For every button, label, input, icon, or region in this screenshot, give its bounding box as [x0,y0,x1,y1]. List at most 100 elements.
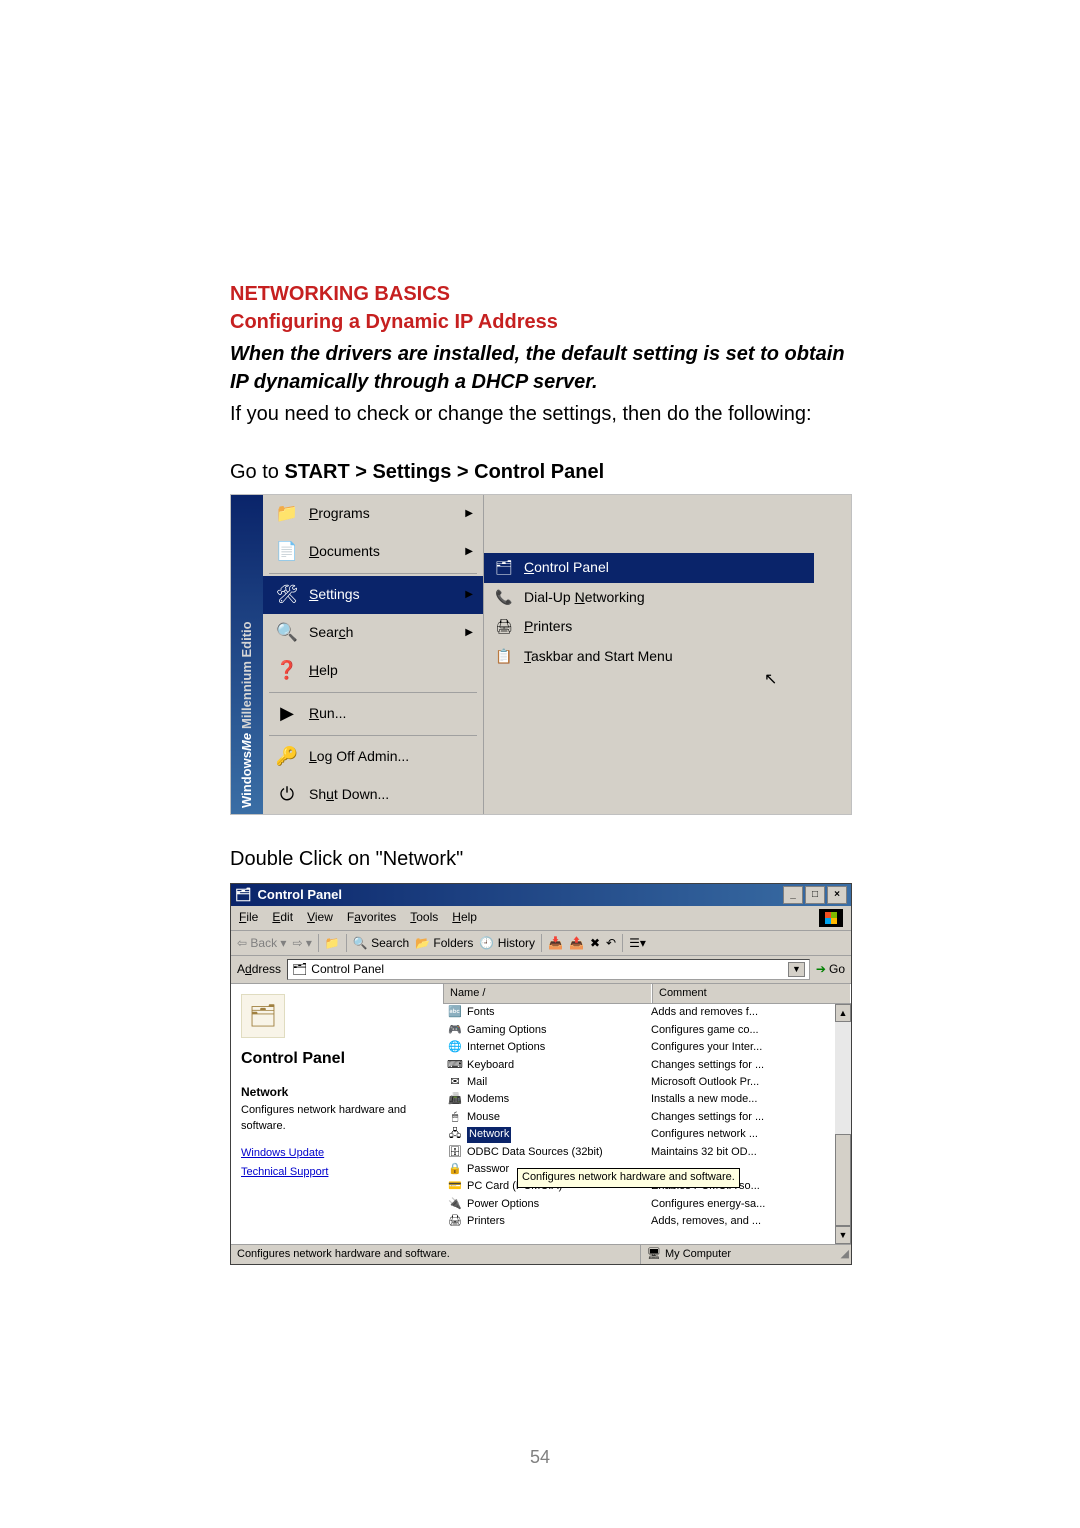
list-item[interactable]: 🖱MouseChanges settings for ... [443,1109,835,1126]
separator [269,735,477,736]
item-name: Printers [467,1214,505,1229]
item-icon: 🌐 [447,1040,463,1055]
start-run[interactable]: ▶ Run... [263,695,483,733]
resize-grip[interactable]: ◢ [833,1245,851,1264]
address-dropdown[interactable]: ▼ [788,962,805,977]
list-item[interactable]: 🗄ODBC Data Sources (32bit)Maintains 32 b… [443,1144,835,1161]
menubar: File Edit View Favorites Tools Help [231,906,851,931]
address-field[interactable]: 🗂 Control Panel ▼ [287,959,810,980]
start-documents[interactable]: 📄 Documents ▶ [263,533,483,571]
arrow-icon: ▶ [465,588,473,602]
scroll-thumb[interactable] [835,1134,851,1226]
item-icon: 🔤 [447,1005,463,1020]
back-button[interactable]: ⇦ Back ▾ [237,935,286,952]
close-button[interactable]: × [827,886,847,904]
forward-button[interactable]: ⇨ ▾ [292,935,311,952]
list-header: Name / Comment [443,984,851,1004]
window-title: Control Panel [258,886,343,904]
col-name[interactable]: Name / [443,984,652,1003]
step2-text: Double Click on "Network" [230,845,850,873]
menu-tools[interactable]: Tools [410,909,438,927]
stripe-me: Me [238,733,256,751]
list-item[interactable]: ⌨KeyboardChanges settings for ... [443,1057,835,1074]
status-location: 🖥 My Computer [641,1245,833,1264]
titlebar[interactable]: 🗂 Control Panel _ □ × [231,884,851,906]
documents-icon: 📄 [273,539,301,565]
views-icon[interactable]: ☰▾ [629,935,646,952]
item-name: Internet Options [467,1040,545,1055]
doc-para1b: If you need to check or change the setti… [230,400,850,428]
submenu-printers[interactable]: 🖨 Printers [484,612,814,642]
tooltip: Configures network hardware and software… [517,1168,740,1187]
scroll-up-icon[interactable]: ▲ [835,1004,851,1022]
history-button[interactable]: 🕘 History [479,935,535,952]
undo-icon[interactable]: ↶ [606,935,616,952]
list-item[interactable]: 🖧NetworkConfigures network ... [443,1126,835,1143]
scroll-down-icon[interactable]: ▼ [835,1226,851,1244]
go-button[interactable]: ➔Go [816,961,845,978]
item-comment: Changes settings for ... [647,1058,835,1073]
item-icon: 🖱 [447,1110,463,1125]
list-item[interactable]: 🔤FontsAdds and removes f... [443,1004,835,1021]
start-shutdown[interactable]: ⏻ Shut Down... [263,776,483,814]
vertical-scrollbar[interactable]: ▲ ▼ [835,1004,851,1244]
menu-edit[interactable]: Edit [272,909,293,927]
item-comment: Adds, removes, and ... [647,1214,835,1229]
control-panel-icon: 🗂 [235,886,252,904]
maximize-button[interactable]: □ [805,886,825,904]
link-technical-support[interactable]: Technical Support [241,1165,433,1180]
col-comment[interactable]: Comment [652,984,851,1003]
search-button[interactable]: 🔍 Search [353,935,409,952]
submenu-taskbar[interactable]: 📋 Taskbar and Start Menu [484,642,814,672]
minimize-button[interactable]: _ [783,886,803,904]
item-icon: 💳 [447,1179,463,1194]
list-item[interactable]: 📠ModemsInstalls a new mode... [443,1091,835,1108]
item-comment: Adds and removes f... [647,1005,835,1020]
item-name: Power Options [467,1197,539,1212]
shutdown-icon: ⏻ [273,782,301,808]
stripe-windows: Windows [238,751,256,808]
start-search[interactable]: 🔍 Search ▶ [263,614,483,652]
sidebar-selected-desc: Configures network hardware and software… [241,1103,433,1134]
list-item[interactable]: ✉MailMicrosoft Outlook Pr... [443,1074,835,1091]
taskbar-icon: 📋 [494,647,514,667]
submenu-dialup[interactable]: 📞 Dial-Up Networking [484,583,814,613]
list-item[interactable]: 🌐Internet OptionsConfigures your Inter..… [443,1039,835,1056]
delete-icon[interactable]: ✖ [590,935,600,952]
link-windows-update[interactable]: Windows Update [241,1146,433,1161]
moveto-icon[interactable]: 📥 [548,935,563,952]
item-icon: 📠 [447,1092,463,1107]
control-panel-icon: 🗂 [292,961,307,978]
start-settings[interactable]: 🛠 Settings ▶ [263,576,483,614]
address-value: Control Panel [311,961,384,978]
up-button[interactable]: 📁 [325,935,340,952]
copyto-icon[interactable]: 📤 [569,935,584,952]
separator [269,692,477,693]
sidebar-pane: 🗂 Control Panel Network Configures netwo… [231,984,443,1244]
sidebar-selected-name: Network [241,1084,433,1101]
menu-file[interactable]: File [239,909,258,927]
menu-view[interactable]: View [307,909,333,927]
start-help[interactable]: ❓ Help [263,652,483,690]
start-logoff[interactable]: 🔑 Log Off Admin... [263,738,483,776]
windows-me-stripe: Windows Me Millennium Editio [231,495,263,814]
menu-favorites[interactable]: Favorites [347,909,396,927]
address-label: Address [237,961,281,978]
item-icon: 🖨 [447,1214,463,1229]
search-icon: 🔍 [273,620,301,646]
item-name: Mail [467,1075,487,1090]
list-item[interactable]: 🖨 Printers Adds, removes, and ... [443,1213,835,1230]
dialup-icon: 📞 [494,588,514,608]
status-bar: Configures network hardware and software… [231,1244,851,1264]
doc-heading: NETWORKING BASICS [230,280,850,308]
help-icon: ❓ [273,658,301,684]
list-item[interactable]: 🔌Power OptionsConfigures energy-sa... [443,1196,835,1213]
folders-button[interactable]: 📂 Folders [415,935,473,952]
item-comment: Installs a new mode... [647,1092,835,1107]
start-programs[interactable]: 📁 PProgramsrograms ▶ [263,495,483,533]
sidebar-title: Control Panel [241,1048,433,1070]
menu-help[interactable]: Help [452,909,477,927]
separator [269,573,477,574]
list-item[interactable]: 🎮Gaming OptionsConfigures game co... [443,1022,835,1039]
submenu-control-panel[interactable]: 🗂 Control Panel [484,553,814,583]
